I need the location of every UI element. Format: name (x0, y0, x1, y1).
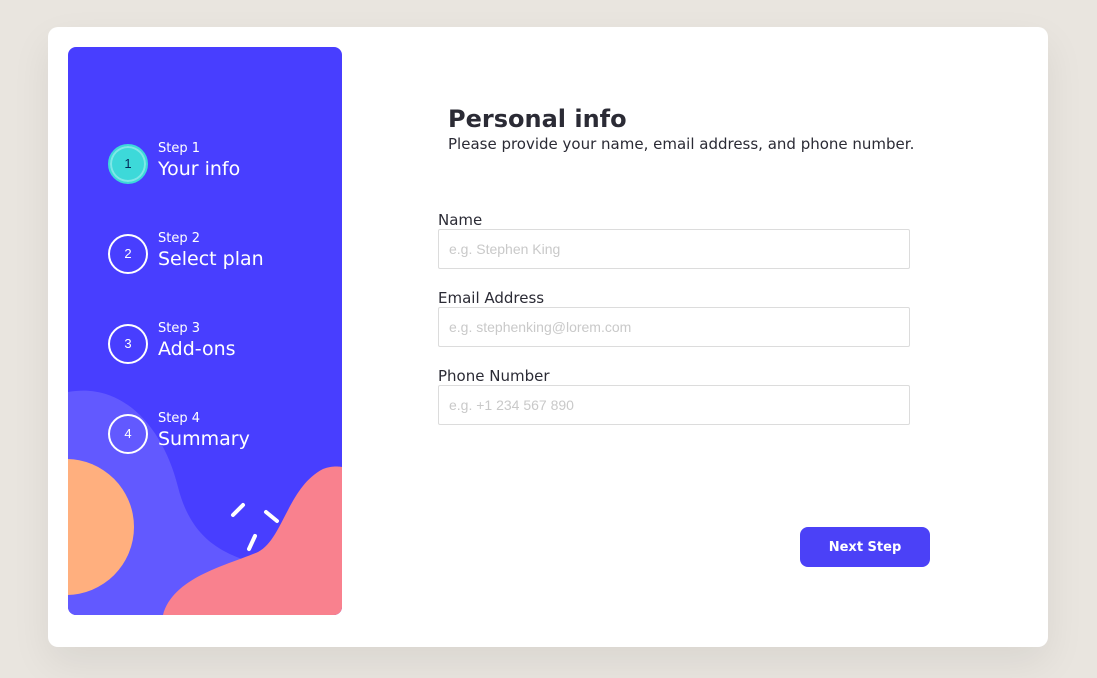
name-label: Name (438, 211, 483, 229)
step-4-number: 4 (108, 414, 148, 454)
step-1-label: Step 1 (158, 141, 201, 156)
page-subtitle: Please provide your name, email address,… (448, 135, 915, 153)
step-3-label: Step 3 (158, 321, 201, 336)
page-title: Personal info (448, 105, 627, 133)
step-4-label: Step 4 (158, 411, 201, 426)
step-2-label: Step 2 (158, 231, 201, 246)
form-card: 1 Step 1 Your info 2 Step 2 Select plan … (48, 27, 1048, 647)
steps-sidebar: 1 Step 1 Your info 2 Step 2 Select plan … (68, 47, 342, 615)
step-1-title: Your info (158, 158, 241, 180)
step-3-title: Add-ons (158, 338, 236, 360)
step-3-number: 3 (108, 324, 148, 364)
phone-input[interactable] (438, 385, 910, 425)
step-1-number: 1 (108, 144, 148, 184)
step-2-number: 2 (108, 234, 148, 274)
email-input[interactable] (438, 307, 910, 347)
name-input[interactable] (438, 229, 910, 269)
phone-label: Phone Number (438, 367, 550, 385)
step-4-title: Summary (158, 428, 250, 450)
next-step-button[interactable]: Next Step (800, 527, 930, 567)
sidebar-decoration (68, 390, 342, 615)
step-2-title: Select plan (158, 248, 264, 270)
email-label: Email Address (438, 289, 545, 307)
